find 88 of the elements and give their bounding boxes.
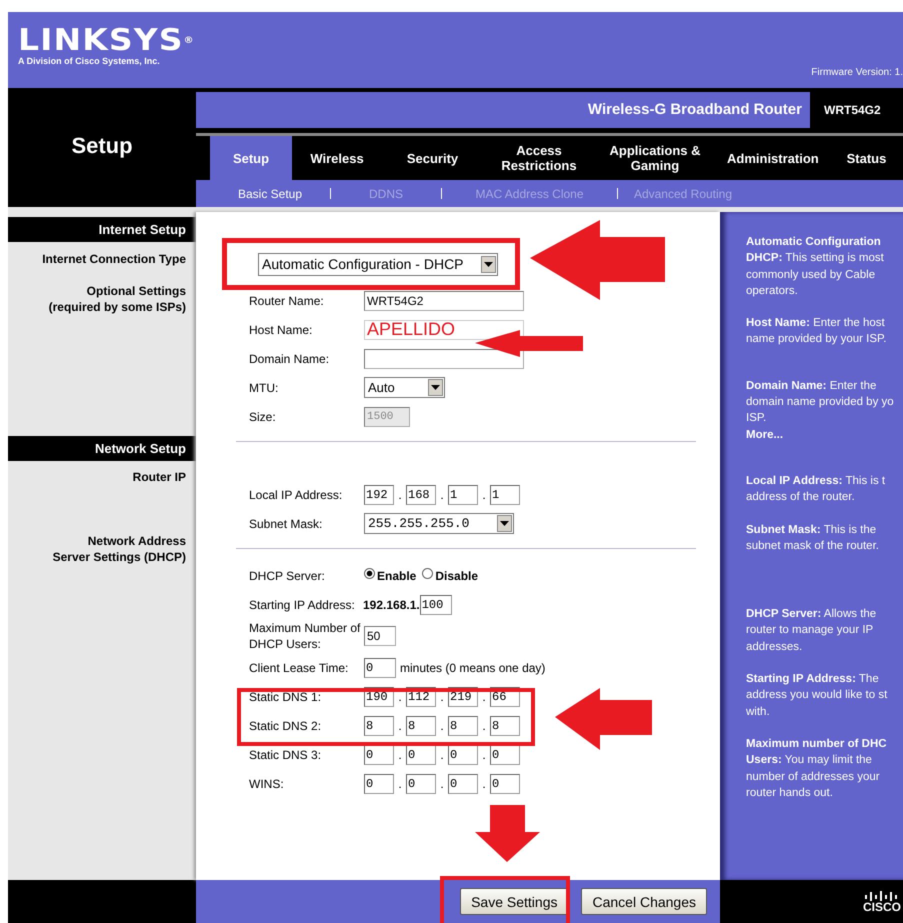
help-text: Starting IP Address: The address you would like to st with. <box>746 672 888 720</box>
ip-octet-field[interactable]: 1 <box>490 484 520 504</box>
ip-octet-field[interactable]: 0 <box>364 774 394 794</box>
separator-dot: . <box>439 776 445 790</box>
ip-octet-field[interactable]: 192 <box>364 484 394 504</box>
down-arrow <box>475 805 540 862</box>
text-field[interactable]: APELLIDO <box>364 320 524 340</box>
ip-octet-field[interactable]: 0 <box>448 744 478 764</box>
field-label: Local IP Address: <box>249 486 344 502</box>
field-label: Static DNS 1: <box>249 688 322 704</box>
ip-octet-field[interactable]: 8 <box>406 716 436 736</box>
field-label: Host Name: <box>249 322 314 338</box>
nav-tab[interactable]: Setup <box>210 136 292 180</box>
help-text: Local IP Address: This is t address of the router. <box>746 474 886 506</box>
section-label: Network Address Server Settings (DHCP) <box>52 533 187 565</box>
ip-octet-field[interactable]: 0 <box>490 744 520 764</box>
dropdown[interactable]: 255.255.255.0 <box>364 513 514 534</box>
ip-octet-field[interactable]: 0 <box>406 774 436 794</box>
action-button[interactable]: Cancel Changes <box>581 888 707 915</box>
dropdown[interactable]: Auto <box>364 377 445 398</box>
ip-octet-field[interactable]: 1 <box>448 484 478 504</box>
section-label: Optional Settings (required by some ISPs) <box>48 283 187 315</box>
text-field[interactable]: WRT54G2 <box>364 290 524 310</box>
help-text: Domain Name: Enter the domain name provided by yo ISP. More... <box>746 378 895 443</box>
help-text: DHCP Server: Allows the router to manage your IP addresses. <box>746 607 878 655</box>
field-label: WINS: <box>249 776 285 792</box>
caret-icon <box>481 256 496 272</box>
field-label: Maximum Number of DHCP Users: <box>249 620 362 652</box>
field-label: Client Lease Time: <box>249 660 350 676</box>
logo: LINKSYS$^{®}$ <box>18 28 195 54</box>
help-text: Maximum number of DHC Users: You may limit the number of addresses your router hands out. <box>746 736 888 801</box>
ip-octet-field[interactable]: 0 <box>448 774 478 794</box>
field-label: DHCP Server: <box>249 568 326 584</box>
cisco-logo: CISCO <box>862 890 901 912</box>
field-label: Domain Name: <box>249 350 330 366</box>
ip-octet-field[interactable]: 100 <box>420 594 452 614</box>
help-text: Automatic Configuration DHCP: This setting is most commonly used by Cable operators. <box>746 235 885 299</box>
section-label: Router IP <box>132 469 187 485</box>
product-title-bar: Wireless-G Broadband Router <box>196 92 810 128</box>
page-title: Setup <box>71 133 133 159</box>
ip-octet-field[interactable]: 8 <box>448 716 478 736</box>
separator-dot: . <box>397 690 403 704</box>
separator-dot: . <box>481 690 487 704</box>
subnav-link[interactable]: Basic Setup <box>210 186 330 200</box>
field-label: Static DNS 2: <box>249 718 322 734</box>
ip-octet-field[interactable]: 0 <box>406 744 436 764</box>
separator-dot: . <box>439 718 445 732</box>
ip-octet-field[interactable]: 8 <box>364 716 394 736</box>
ip-octet-field[interactable]: 0 <box>364 744 394 764</box>
firmware-version: Firmware Version: 1. <box>811 67 903 78</box>
separator-dot: . <box>481 748 487 762</box>
separator-dot: . <box>481 718 487 732</box>
separator-dot: . <box>397 488 403 502</box>
separator-dot: . <box>439 488 445 502</box>
separator-dot: . <box>481 488 487 502</box>
radio-option[interactable]: Enable <box>364 568 416 582</box>
separator-dot: . <box>397 718 403 732</box>
field-label: Size: <box>249 408 277 424</box>
separator-dot: . <box>439 748 445 762</box>
section-label: Internet Connection Type <box>41 251 187 267</box>
logo-subtitle: A Division of Cisco Systems, Inc. <box>18 56 161 66</box>
separator-dot: . <box>439 690 445 704</box>
text-field[interactable]: 50 <box>364 626 396 646</box>
ip-octet-field[interactable]: 0 <box>490 774 520 794</box>
caret-icon <box>497 515 512 532</box>
ip-prefix: 192.168.1. <box>363 598 420 612</box>
action-button[interactable]: Save Settings <box>460 888 568 915</box>
dropdown[interactable]: Automatic Configuration - DHCP <box>258 252 498 276</box>
lease-time-field[interactable]: 0 <box>364 658 396 678</box>
text-field[interactable] <box>364 348 524 368</box>
help-text: Host Name: Enter the host name provided by your ISP. <box>746 316 888 348</box>
help-text: Subnet Mask: This is the subnet mask of the router. <box>746 522 880 554</box>
model-label: WRT54G2 <box>823 102 882 119</box>
ip-octet-field[interactable]: 168 <box>406 484 436 504</box>
field-label: Static DNS 3: <box>249 746 322 762</box>
ip-octet-field[interactable]: 8 <box>490 716 520 736</box>
field-label: Router Name: <box>249 292 325 308</box>
field-label: Starting IP Address: <box>249 596 356 612</box>
field-label: MTU: <box>249 380 280 396</box>
caret-icon <box>428 379 443 396</box>
radio-option[interactable]: Disable <box>422 568 478 582</box>
section-heading: Internet Setup <box>8 217 196 242</box>
section-heading: Network Setup <box>8 436 196 461</box>
separator-dot: . <box>481 776 487 790</box>
separator-dot: . <box>397 748 403 762</box>
separator-dot: . <box>397 776 403 790</box>
field-label: Subnet Mask: <box>249 516 324 532</box>
unit-note: minutes (0 means one day) <box>400 660 546 674</box>
